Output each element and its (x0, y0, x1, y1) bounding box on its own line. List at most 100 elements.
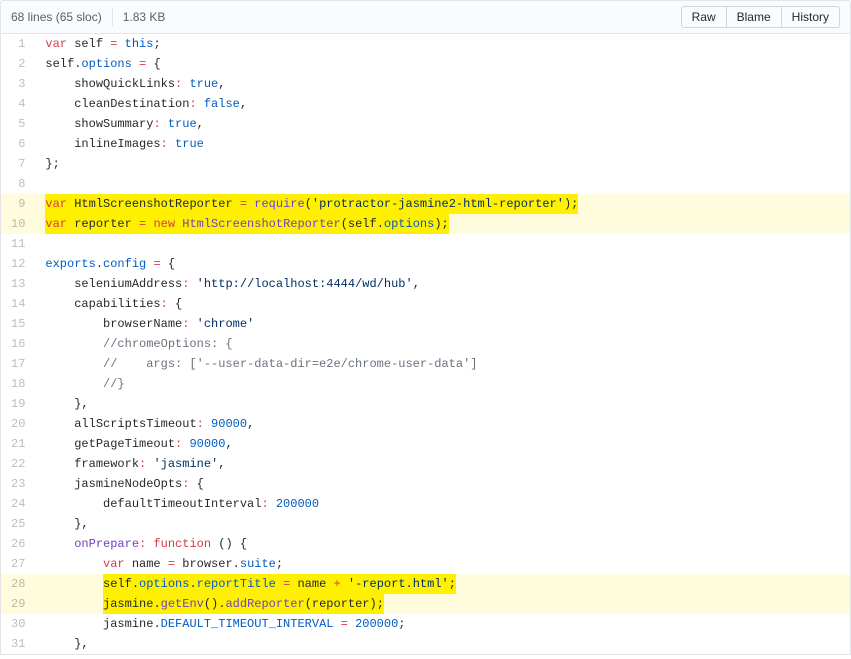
code-line: 23 jasmineNodeOpts: { (1, 474, 850, 494)
code-line: 18 //} (1, 374, 850, 394)
line-content: jasmine.DEFAULT_TIMEOUT_INTERVAL = 20000… (35, 614, 850, 634)
line-number[interactable]: 7 (1, 154, 35, 174)
file-header: 68 lines (65 sloc) 1.83 KB Raw Blame His… (0, 0, 851, 34)
line-number[interactable]: 20 (1, 414, 35, 434)
line-content: browserName: 'chrome' (35, 314, 850, 334)
code-line: 15 browserName: 'chrome' (1, 314, 850, 334)
line-number[interactable]: 1 (1, 34, 35, 54)
line-number[interactable]: 19 (1, 394, 35, 414)
highlight-mark: self.options.reportTitle = name + '-repo… (103, 574, 456, 594)
code-line: 16 //chromeOptions: { (1, 334, 850, 354)
line-number[interactable]: 29 (1, 594, 35, 614)
code-line: 19 }, (1, 394, 850, 414)
code-line: 4 cleanDestination: false, (1, 94, 850, 114)
line-content: }; (35, 154, 850, 174)
line-number[interactable]: 9 (1, 194, 35, 214)
line-number[interactable]: 18 (1, 374, 35, 394)
file-actions: Raw Blame History (681, 6, 840, 28)
line-number[interactable]: 6 (1, 134, 35, 154)
line-number[interactable]: 23 (1, 474, 35, 494)
line-number[interactable]: 24 (1, 494, 35, 514)
code-line: 25 }, (1, 514, 850, 534)
line-content: var reporter = new HtmlScreenshotReporte… (35, 214, 850, 234)
line-content: framework: 'jasmine', (35, 454, 850, 474)
line-content: exports.config = { (35, 254, 850, 274)
code-line: 6 inlineImages: true (1, 134, 850, 154)
line-number[interactable]: 8 (1, 174, 35, 194)
line-content (35, 174, 850, 194)
line-content: }, (35, 394, 850, 414)
line-number[interactable]: 2 (1, 54, 35, 74)
history-button[interactable]: History (781, 6, 840, 28)
line-content: var HtmlScreenshotReporter = require('pr… (35, 194, 850, 214)
code-line: 7}; (1, 154, 850, 174)
line-content: jasmineNodeOpts: { (35, 474, 850, 494)
line-content: }, (35, 514, 850, 534)
line-number[interactable]: 12 (1, 254, 35, 274)
code-line: 29 jasmine.getEnv().addReporter(reporter… (1, 594, 850, 614)
line-number[interactable]: 17 (1, 354, 35, 374)
line-content: getPageTimeout: 90000, (35, 434, 850, 454)
line-content: capabilities: { (35, 294, 850, 314)
code-table: 1var self = this;2self.options = {3 show… (1, 34, 850, 654)
line-number[interactable]: 16 (1, 334, 35, 354)
code-line: 31 }, (1, 634, 850, 654)
highlight-mark: var reporter = new HtmlScreenshotReporte… (45, 214, 448, 234)
line-content (35, 234, 850, 254)
line-content: //chromeOptions: { (35, 334, 850, 354)
line-number[interactable]: 13 (1, 274, 35, 294)
code-line: 24 defaultTimeoutInterval: 200000 (1, 494, 850, 514)
line-number[interactable]: 28 (1, 574, 35, 594)
line-number[interactable]: 30 (1, 614, 35, 634)
line-number[interactable]: 4 (1, 94, 35, 114)
highlight-mark: var HtmlScreenshotReporter = require('pr… (45, 194, 578, 214)
line-content: var name = browser.suite; (35, 554, 850, 574)
line-number[interactable]: 3 (1, 74, 35, 94)
line-number[interactable]: 25 (1, 514, 35, 534)
code-line: 17 // args: ['--user-data-dir=e2e/chrome… (1, 354, 850, 374)
line-content: var self = this; (35, 34, 850, 54)
line-content: allScriptsTimeout: 90000, (35, 414, 850, 434)
line-number[interactable]: 27 (1, 554, 35, 574)
line-number[interactable]: 31 (1, 634, 35, 654)
line-number[interactable]: 22 (1, 454, 35, 474)
line-content: jasmine.getEnv().addReporter(reporter); (35, 594, 850, 614)
code-line: 13 seleniumAddress: 'http://localhost:44… (1, 274, 850, 294)
code-line: 27 var name = browser.suite; (1, 554, 850, 574)
code-line: 28 self.options.reportTitle = name + '-r… (1, 574, 850, 594)
line-number[interactable]: 10 (1, 214, 35, 234)
code-line: 12exports.config = { (1, 254, 850, 274)
code-line: 22 framework: 'jasmine', (1, 454, 850, 474)
file-size: 1.83 KB (123, 10, 166, 24)
code-line: 20 allScriptsTimeout: 90000, (1, 414, 850, 434)
code-line: 3 showQuickLinks: true, (1, 74, 850, 94)
code-line: 21 getPageTimeout: 90000, (1, 434, 850, 454)
line-content: onPrepare: function () { (35, 534, 850, 554)
line-number[interactable]: 21 (1, 434, 35, 454)
raw-button[interactable]: Raw (681, 6, 727, 28)
line-number[interactable]: 14 (1, 294, 35, 314)
line-content: self.options = { (35, 54, 850, 74)
line-content: showSummary: true, (35, 114, 850, 134)
code-line: 1var self = this; (1, 34, 850, 54)
code-line: 10 var reporter = new HtmlScreenshotRepor… (1, 214, 850, 234)
code-viewer: 1var self = this;2self.options = {3 show… (0, 34, 851, 655)
code-line: 30 jasmine.DEFAULT_TIMEOUT_INTERVAL = 20… (1, 614, 850, 634)
line-content: showQuickLinks: true, (35, 74, 850, 94)
line-number[interactable]: 11 (1, 234, 35, 254)
line-content: seleniumAddress: 'http://localhost:4444/… (35, 274, 850, 294)
line-content: defaultTimeoutInterval: 200000 (35, 494, 850, 514)
blame-button[interactable]: Blame (726, 6, 782, 28)
code-line: 9 var HtmlScreenshotReporter = require('p… (1, 194, 850, 214)
line-number[interactable]: 15 (1, 314, 35, 334)
highlight-mark: jasmine.getEnv().addReporter(reporter); (103, 594, 384, 614)
line-content: cleanDestination: false, (35, 94, 850, 114)
line-number[interactable]: 26 (1, 534, 35, 554)
line-number[interactable]: 5 (1, 114, 35, 134)
line-content: inlineImages: true (35, 134, 850, 154)
code-line: 14 capabilities: { (1, 294, 850, 314)
line-content: //} (35, 374, 850, 394)
file-info: 68 lines (65 sloc) 1.83 KB (11, 8, 165, 26)
line-content: self.options.reportTitle = name + '-repo… (35, 574, 850, 594)
code-line: 2self.options = { (1, 54, 850, 74)
